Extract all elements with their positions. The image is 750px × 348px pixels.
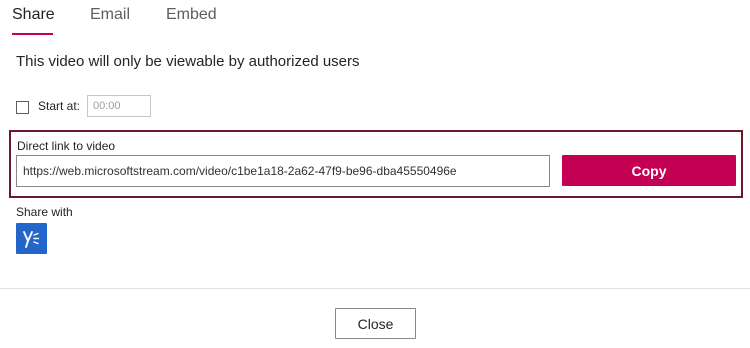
footer-divider <box>0 288 750 289</box>
direct-link-input[interactable] <box>16 155 550 187</box>
start-at-time-input[interactable] <box>87 95 151 117</box>
share-yammer-button[interactable] <box>16 223 47 254</box>
start-at-label: Start at: <box>38 99 81 113</box>
tab-bar: Share Email Embed <box>0 0 750 36</box>
direct-link-panel: Direct link to video Copy <box>9 130 743 198</box>
start-at-row: Start at: <box>16 95 316 119</box>
authorization-notice: This video will only be viewable by auth… <box>16 53 360 70</box>
copy-button[interactable]: Copy <box>562 155 736 186</box>
tab-embed[interactable]: Embed <box>166 6 217 24</box>
close-button[interactable]: Close <box>335 308 416 339</box>
active-tab-indicator <box>12 33 53 35</box>
direct-link-label: Direct link to video <box>17 139 116 153</box>
tab-share[interactable]: Share <box>12 6 55 24</box>
start-at-checkbox[interactable] <box>16 101 29 114</box>
share-with-label: Share with <box>16 205 73 219</box>
yammer-icon <box>23 231 40 248</box>
tab-email[interactable]: Email <box>90 6 130 24</box>
share-dialog: Share Email Embed This video will only b… <box>0 0 750 348</box>
